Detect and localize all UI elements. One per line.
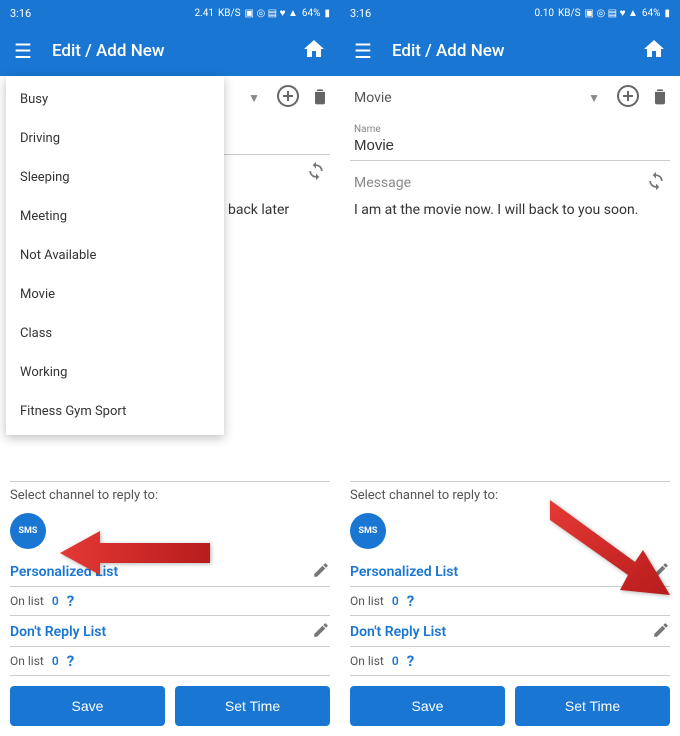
message-text[interactable]: I am at the movie now. I will back to yo… — [350, 195, 670, 227]
app-bar: ☰ Edit / Add New — [340, 26, 680, 76]
screen-left: 3:16 2.41KB/S ▣ ◎ ▤ ♥ ▲ 64% ▮ ☰ Edit / A… — [0, 0, 340, 736]
app-bar: ☰ Edit / Add New — [0, 26, 340, 76]
home-icon[interactable] — [302, 37, 326, 65]
refresh-icon[interactable] — [646, 171, 666, 195]
sms-channel[interactable]: SMS — [10, 513, 46, 549]
annotation-arrow — [60, 528, 210, 582]
content-area: Movie ▼ Name Message I am at the movie n… — [340, 76, 680, 469]
annotation-arrow — [550, 500, 680, 604]
channel-label: Select channel to reply to: — [10, 488, 330, 503]
menu-item[interactable]: Working — [6, 353, 224, 392]
name-field[interactable] — [350, 135, 670, 161]
menu-item[interactable]: Meeting — [6, 197, 224, 236]
edit-icon[interactable] — [312, 621, 330, 643]
bottom-panel: Select channel to reply to: SMS Personal… — [0, 469, 340, 736]
menu-item[interactable]: Driving — [6, 119, 224, 158]
menu-item[interactable]: Sleeping — [6, 158, 224, 197]
edit-icon[interactable] — [312, 561, 330, 583]
help-icon[interactable]: ? — [67, 592, 74, 610]
set-time-button[interactable]: Set Time — [515, 686, 670, 726]
menu-item[interactable]: Busy — [6, 80, 224, 119]
sms-channel[interactable]: SMS — [350, 513, 386, 549]
menu-icon[interactable]: ☰ — [354, 39, 372, 63]
edit-icon[interactable] — [652, 621, 670, 643]
menu-icon[interactable]: ☰ — [14, 39, 32, 63]
dont-reply-list[interactable]: Don't Reply List — [10, 624, 312, 640]
status-bar: 3:16 0.10KB/S ▣ ◎ ▤ ♥ ▲ 64% ▮ — [340, 0, 680, 26]
menu-item[interactable]: Not Available — [6, 236, 224, 275]
status-time: 3:16 — [10, 7, 31, 20]
add-icon[interactable] — [276, 84, 300, 112]
home-icon[interactable] — [642, 37, 666, 65]
delete-icon[interactable] — [310, 86, 330, 110]
chevron-down-icon[interactable]: ▼ — [248, 91, 260, 105]
screen-right: 3:16 0.10KB/S ▣ ◎ ▤ ♥ ▲ 64% ▮ ☰ Edit / A… — [340, 0, 680, 736]
status-time: 3:16 — [350, 7, 371, 20]
help-icon[interactable]: ? — [407, 652, 414, 670]
add-icon[interactable] — [616, 84, 640, 112]
status-bar: 3:16 2.41KB/S ▣ ◎ ▤ ♥ ▲ 64% ▮ — [0, 0, 340, 26]
status-icons: 0.10KB/S ▣ ◎ ▤ ♥ ▲ 64% ▮ — [534, 8, 670, 19]
refresh-icon[interactable] — [306, 161, 326, 185]
status-icons: 2.41KB/S ▣ ◎ ▤ ♥ ▲ 64% ▮ — [194, 8, 330, 19]
app-title: Edit / Add New — [52, 41, 282, 61]
dont-reply-list[interactable]: Don't Reply List — [350, 624, 652, 640]
menu-item[interactable]: Fitness Gym Sport — [6, 392, 224, 431]
save-button[interactable]: Save — [10, 686, 165, 726]
category-dropdown[interactable]: Movie — [350, 90, 578, 106]
help-icon[interactable]: ? — [67, 652, 74, 670]
menu-item[interactable]: Movie — [6, 275, 224, 314]
chevron-down-icon[interactable]: ▼ — [588, 91, 600, 105]
set-time-button[interactable]: Set Time — [175, 686, 330, 726]
app-title: Edit / Add New — [392, 41, 622, 61]
help-icon[interactable]: ? — [407, 592, 414, 610]
message-label: Message — [354, 175, 646, 191]
message-peek: back later — [228, 202, 289, 218]
category-menu: Busy Driving Sleeping Meeting Not Availa… — [6, 76, 224, 435]
menu-item[interactable]: Class — [6, 314, 224, 353]
delete-icon[interactable] — [650, 86, 670, 110]
save-button[interactable]: Save — [350, 686, 505, 726]
name-label: Name — [350, 124, 670, 135]
